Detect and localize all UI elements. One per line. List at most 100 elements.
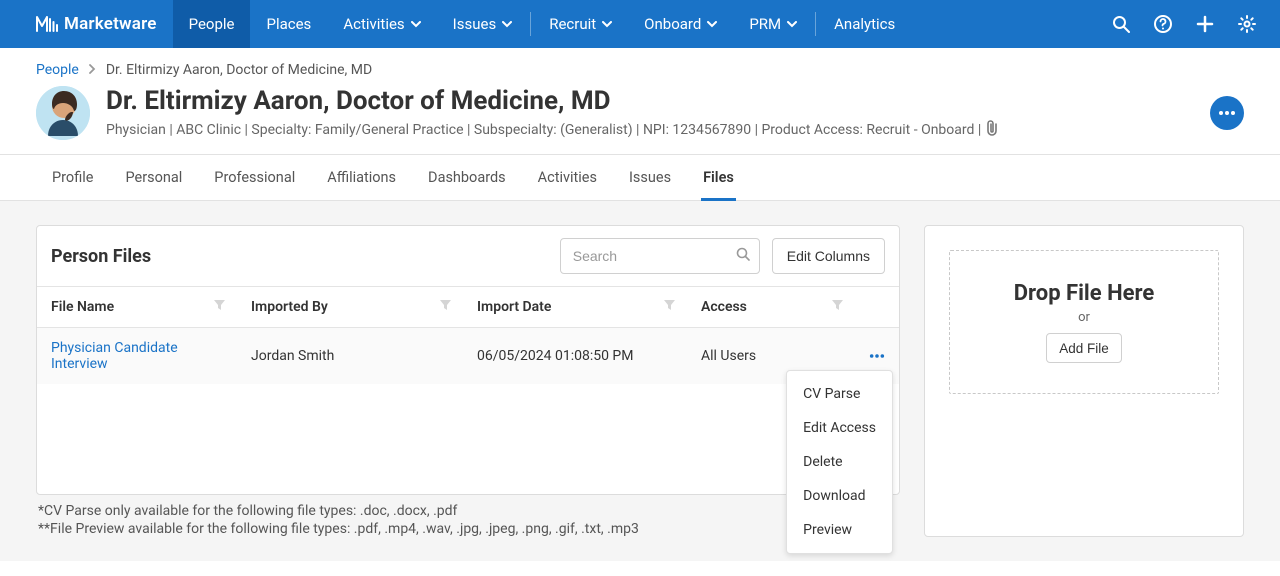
tab-professional[interactable]: Professional — [198, 155, 311, 200]
attachment-icon — [985, 120, 999, 140]
tab-label: Issues — [629, 169, 671, 186]
breadcrumb-current: Dr. Eltirmizy Aaron, Doctor of Medicine,… — [106, 62, 372, 78]
import-date-cell: 06/05/2024 01:08:50 PM — [463, 328, 687, 385]
chevron-down-icon — [787, 21, 797, 28]
tab-dashboards[interactable]: Dashboards — [412, 155, 522, 200]
person-name: Dr. Eltirmizy Aaron, Doctor of Medicine,… — [106, 86, 1194, 117]
gear-icon[interactable] — [1238, 15, 1256, 33]
nav-item-places[interactable]: Places — [250, 0, 327, 48]
nav-divider — [530, 12, 531, 36]
nav-item-onboard[interactable]: Onboard — [628, 0, 733, 48]
imported-by-cell: Jordan Smith — [237, 328, 463, 385]
column-imported-by[interactable]: Imported By — [237, 287, 463, 328]
search-icon[interactable] — [1112, 15, 1130, 33]
menu-edit-access[interactable]: Edit Access — [787, 411, 892, 445]
column-actions — [855, 287, 899, 328]
top-nav: Marketware People Places Activities Issu… — [0, 0, 1280, 48]
menu-cv-parse[interactable]: CV Parse — [787, 377, 892, 411]
edit-columns-button[interactable]: Edit Columns — [772, 238, 885, 274]
row-actions-menu: CV Parse Edit Access Delete Download Pre… — [786, 370, 893, 554]
tab-label: Affiliations — [327, 169, 396, 186]
nav-item-label: People — [189, 15, 235, 33]
menu-delete[interactable]: Delete — [787, 445, 892, 479]
drop-file-panel: Drop File Here or Add File — [924, 225, 1244, 537]
person-header: Dr. Eltirmizy Aaron, Doctor of Medicine,… — [0, 86, 1280, 155]
column-file-name[interactable]: File Name — [37, 287, 237, 328]
table-header-row: File Name Imported By — [37, 287, 899, 328]
tab-label: Dashboards — [428, 169, 506, 186]
brand-text: Marketware — [64, 14, 157, 34]
nav-item-label: Places — [266, 15, 311, 33]
filter-icon[interactable] — [664, 299, 675, 315]
footnotes: *CV Parse only available for the followi… — [36, 495, 900, 537]
files-panel-title: Person Files — [51, 246, 548, 267]
tab-activities[interactable]: Activities — [522, 155, 613, 200]
chevron-down-icon — [502, 21, 512, 28]
tab-label: Files — [703, 169, 734, 186]
nav-item-label: Activities — [343, 15, 404, 33]
add-file-button[interactable]: Add File — [1046, 333, 1122, 363]
file-name-cell[interactable]: Physician Candidate Interview — [37, 328, 237, 385]
more-icon — [869, 353, 885, 359]
files-search-input[interactable] — [560, 238, 760, 274]
chevron-down-icon — [602, 21, 612, 28]
files-panel: Person Files Edit Columns — [36, 225, 900, 495]
files-search-wrap — [560, 238, 760, 274]
footnote-preview: **File Preview available for the followi… — [38, 521, 898, 537]
tab-label: Personal — [125, 169, 182, 186]
content-area: Person Files Edit Columns — [0, 201, 1280, 561]
chevron-right-icon — [89, 62, 96, 78]
tab-files[interactable]: Files — [687, 155, 750, 200]
nav-item-analytics[interactable]: Analytics — [818, 0, 911, 48]
filter-icon[interactable] — [440, 299, 451, 315]
brand-logo-icon — [36, 16, 58, 32]
person-tabs: Profile Personal Professional Affiliatio… — [0, 155, 1280, 201]
column-label: Import Date — [477, 299, 551, 315]
tab-issues[interactable]: Issues — [613, 155, 687, 200]
help-icon[interactable] — [1154, 15, 1172, 33]
chevron-down-icon — [707, 21, 717, 28]
tab-profile[interactable]: Profile — [36, 155, 109, 200]
nav-item-people[interactable]: People — [173, 0, 251, 48]
nav-item-label: Onboard — [644, 15, 701, 33]
nav-item-label: Issues — [453, 15, 497, 33]
tab-label: Professional — [214, 169, 295, 186]
nav-divider — [815, 12, 816, 36]
chevron-down-icon — [411, 21, 421, 28]
person-meta: Physician | ABC Clinic | Specialty: Fami… — [106, 120, 1194, 140]
nav-item-label: Recruit — [549, 15, 596, 33]
person-more-button[interactable] — [1210, 96, 1244, 130]
menu-preview[interactable]: Preview — [787, 513, 892, 547]
nav-item-activities[interactable]: Activities — [327, 0, 436, 48]
nav-item-label: PRM — [749, 15, 781, 33]
column-label: File Name — [51, 299, 114, 315]
column-label: Imported By — [251, 299, 328, 315]
nav-item-recruit[interactable]: Recruit — [533, 0, 628, 48]
tab-personal[interactable]: Personal — [109, 155, 198, 200]
person-meta-text: Physician | ABC Clinic | Specialty: Fami… — [106, 122, 981, 138]
nav-item-label: Analytics — [834, 15, 895, 33]
column-import-date[interactable]: Import Date — [463, 287, 687, 328]
brand: Marketware — [0, 0, 173, 48]
menu-download[interactable]: Download — [787, 479, 892, 513]
footnote-cv-parse: *CV Parse only available for the followi… — [38, 503, 898, 519]
column-access[interactable]: Access — [687, 287, 855, 328]
tab-label: Profile — [52, 169, 93, 186]
table-row: Physician Candidate Interview Jordan Smi… — [37, 328, 899, 385]
drop-zone-title: Drop File Here — [1014, 281, 1155, 306]
nav-icons — [1112, 15, 1280, 33]
filter-icon[interactable] — [214, 299, 225, 315]
breadcrumb: People Dr. Eltirmizy Aaron, Doctor of Me… — [0, 48, 1280, 86]
tab-affiliations[interactable]: Affiliations — [311, 155, 412, 200]
nav-item-issues[interactable]: Issues — [437, 0, 529, 48]
files-panel-header: Person Files Edit Columns — [37, 226, 899, 286]
row-more-button[interactable] — [869, 353, 885, 359]
nav-item-prm[interactable]: PRM — [733, 0, 813, 48]
files-table: File Name Imported By — [37, 286, 899, 384]
avatar — [36, 86, 90, 140]
search-icon — [736, 247, 750, 265]
drop-zone[interactable]: Drop File Here or Add File — [949, 250, 1219, 394]
add-icon[interactable] — [1196, 15, 1214, 33]
filter-icon[interactable] — [832, 299, 843, 315]
breadcrumb-root[interactable]: People — [36, 62, 79, 78]
